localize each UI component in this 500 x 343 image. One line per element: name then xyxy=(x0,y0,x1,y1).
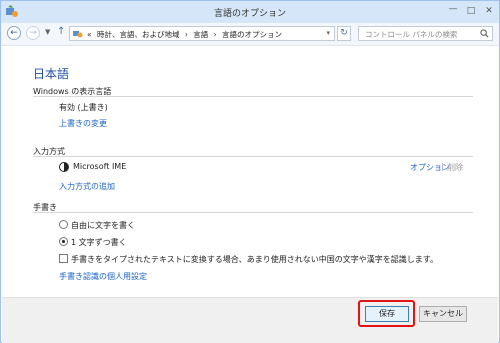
link-separator: | xyxy=(441,162,444,171)
freeform-radio[interactable] xyxy=(59,220,68,229)
recent-pages-chevron-down-icon[interactable]: ▼ xyxy=(45,28,50,36)
maximize-button[interactable]: □ xyxy=(465,5,477,17)
add-input-method-link[interactable]: 入力方式の追加 xyxy=(59,181,115,192)
up-arrow-icon[interactable]: ↑ xyxy=(57,26,65,37)
back-button[interactable]: ← xyxy=(7,26,21,40)
highlight-annotation xyxy=(358,300,415,327)
cancel-button[interactable]: キャンセル xyxy=(419,306,467,322)
search-icon[interactable] xyxy=(480,29,489,38)
divider xyxy=(33,212,473,213)
refresh-button[interactable]: ↻ xyxy=(337,26,351,41)
forward-button[interactable]: → xyxy=(26,26,40,40)
window-title: 言語のオプション xyxy=(213,9,286,19)
search-input[interactable]: コントロール パネルの検索 xyxy=(358,26,493,41)
display-language-status: 有効 (上書き) xyxy=(59,103,108,112)
rare-characters-checkbox[interactable] xyxy=(59,254,68,263)
title-bar: 言語のオプション — □ ✕ xyxy=(1,1,499,23)
divider xyxy=(33,156,473,157)
handwriting-personalize-link[interactable]: 手書き認識の個人用設定 xyxy=(59,271,147,282)
close-button[interactable]: ✕ xyxy=(483,5,495,17)
freeform-radio-label[interactable]: 自由に文字を書く xyxy=(71,220,135,231)
one-char-radio-label[interactable]: 1 文字ずつ書く xyxy=(71,237,127,248)
breadcrumb-item-language[interactable]: 言語 xyxy=(193,30,208,39)
page-title: 日本語 xyxy=(33,67,70,81)
breadcrumb-item-language-options[interactable]: 言語のオプション xyxy=(222,30,282,39)
address-bar: ← → ▼ ↑ « 時計、言語、および地域 › 言語 › 言語のオプション ▾ … xyxy=(1,23,499,46)
one-char-radio[interactable] xyxy=(59,237,68,246)
ime-remove-link[interactable]: 削除 xyxy=(447,162,463,173)
search-placeholder: コントロール パネルの検索 xyxy=(365,30,458,39)
minimize-button[interactable]: — xyxy=(447,3,459,15)
ime-icon xyxy=(59,162,69,172)
address-chevron-down-icon[interactable]: ▾ xyxy=(326,29,330,37)
window: 言語のオプション — □ ✕ ← → ▼ ↑ « 時計、言語、および地域 › 言… xyxy=(0,0,500,343)
control-panel-icon xyxy=(73,31,83,38)
breadcrumb-overflow[interactable]: « xyxy=(87,30,92,39)
ime-name: Microsoft IME xyxy=(73,162,127,171)
rare-characters-checkbox-label[interactable]: 手書きをタイプされたテキストに変換する場合、あまり使用されない中国の文字や漢字を… xyxy=(71,254,438,265)
change-override-link[interactable]: 上書きの変更 xyxy=(59,118,107,129)
breadcrumb-separator[interactable]: › xyxy=(214,30,217,39)
divider xyxy=(33,96,473,97)
breadcrumb[interactable]: « 時計、言語、および地域 › 言語 › 言語のオプション ▾ xyxy=(69,26,335,41)
breadcrumb-separator[interactable]: › xyxy=(185,30,188,39)
ime-options-link[interactable]: オプション xyxy=(410,162,450,173)
breadcrumb-item-clock-region[interactable]: 時計、言語、および地域 xyxy=(97,30,180,39)
